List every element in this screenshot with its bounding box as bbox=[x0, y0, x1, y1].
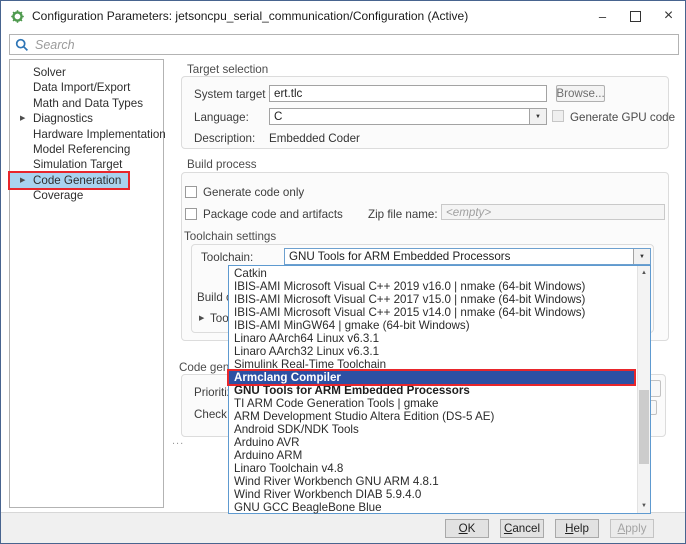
sidebar-item-label: Coverage bbox=[33, 189, 84, 203]
sidebar-item-math-and-data-types[interactable]: Math and Data Types bbox=[10, 96, 163, 111]
scrollbar-thumb[interactable] bbox=[639, 390, 649, 464]
language-value: C bbox=[274, 110, 283, 123]
expand-arrow-icon[interactable]: ▶ bbox=[20, 173, 25, 188]
sidebar-item-data-import-export[interactable]: Data Import/Export bbox=[10, 80, 163, 95]
sidebar-item-hardware-implementation[interactable]: Hardware Implementation bbox=[10, 127, 166, 142]
dropdown-item-wind-river-workbench-gnu-arm-4-8-1[interactable]: Wind River Workbench GNU ARM 4.8.1 bbox=[229, 475, 650, 488]
dropdown-item-ibis-ami-microsoft-visual-c-2017-v15-0-nmake-64-bit-windows[interactable]: IBIS-AMI Microsoft Visual C++ 2017 v15.0… bbox=[229, 293, 650, 306]
sidebar-item-code-generation[interactable]: ▶ Code Generation bbox=[8, 170, 130, 191]
dropdown-item-ti-arm-code-generation-tools-gmake[interactable]: TI ARM Code Generation Tools | gmake bbox=[229, 397, 650, 410]
dropdown-item-linaro-toolchain-v4-8[interactable]: Linaro Toolchain v4.8 bbox=[229, 462, 650, 475]
dropdown-item-arm-development-studio-altera-edition-ds-5-ae[interactable]: ARM Development Studio Altera Edition (D… bbox=[229, 410, 650, 423]
package-code-label: Package code and artifacts bbox=[203, 208, 343, 221]
sidebar-nav: Solver Data Import/Export Math and Data Ty… bbox=[8, 59, 166, 508]
app-gear-icon bbox=[11, 9, 24, 23]
sidebar-item-model-referencing[interactable]: Model Referencing bbox=[10, 142, 163, 157]
build-configuration-label-fragment: Build c bbox=[197, 291, 232, 304]
search-placeholder: Search bbox=[35, 37, 75, 52]
description-label: Description: bbox=[194, 132, 256, 145]
expand-arrow-icon[interactable]: ▶ bbox=[20, 111, 25, 126]
help-button[interactable]: Help bbox=[555, 518, 599, 538]
sidebar-item-label: Model Referencing bbox=[33, 142, 131, 156]
scroll-down-icon[interactable]: ▼ bbox=[638, 500, 650, 512]
zip-file-name-value: <empty> bbox=[446, 205, 492, 219]
dropdown-item-wind-river-workbench-diab-5-9-4-0[interactable]: Wind River Workbench DIAB 5.9.4.0 bbox=[229, 488, 650, 501]
dropdown-item-linaro-aarch32-linux-v6-3-1[interactable]: Linaro AArch32 Linux v6.3.1 bbox=[229, 345, 650, 358]
maximize-icon bbox=[630, 10, 641, 22]
close-button[interactable]: × bbox=[652, 1, 685, 31]
overflow-ellipsis: ... bbox=[172, 435, 185, 447]
system-target-file-value: ert.tlc bbox=[274, 87, 303, 100]
maximize-button[interactable] bbox=[619, 1, 652, 31]
title-bar: Configuration Parameters: jetsoncpu_seri… bbox=[1, 1, 685, 31]
dropdown-item-ibis-ami-mingw64-gmake-64-bit-windows[interactable]: IBIS-AMI MinGW64 | gmake (64-bit Windows… bbox=[229, 319, 650, 332]
apply-button[interactable]: Apply bbox=[610, 518, 654, 538]
minimize-button[interactable]: – bbox=[586, 1, 619, 31]
language-label: Language: bbox=[194, 111, 249, 124]
toolchain-settings-title: Toolchain settings bbox=[184, 230, 277, 243]
window-title: Configuration Parameters: jetsoncpu_seri… bbox=[32, 9, 469, 23]
toolchain-label: Toolchain: bbox=[201, 251, 254, 264]
generate-gpu-code-label: Generate GPU code bbox=[570, 111, 676, 124]
toolchain-combo[interactable]: GNU Tools for ARM Embedded Processors ▼ bbox=[284, 248, 651, 265]
sidebar-item-label: Solver bbox=[33, 66, 66, 79]
sidebar-item-label: Code Generation bbox=[33, 173, 122, 187]
dropdown-item-catkin[interactable]: Catkin bbox=[229, 267, 650, 280]
generate-gpu-code-checkbox[interactable] bbox=[552, 110, 564, 122]
build-process-group-title: Build process bbox=[187, 158, 257, 171]
ok-button[interactable]: OK bbox=[445, 518, 489, 538]
sidebar-item-diagnostics[interactable]: ▶ Diagnostics bbox=[10, 111, 163, 126]
system-target-file-input[interactable]: ert.tlc bbox=[269, 85, 547, 102]
configuration-parameters-dialog: Configuration Parameters: jetsoncpu_seri… bbox=[0, 0, 686, 544]
footer-buttons: O K Cancel Help Apply bbox=[1, 512, 685, 543]
dropdown-item-android-sdk-ndk-tools[interactable]: Android SDK/NDK Tools bbox=[229, 423, 650, 436]
dropdown-scrollbar[interactable]: ▲ ▼ bbox=[637, 266, 650, 513]
close-icon: × bbox=[663, 7, 674, 24]
dropdown-item-linaro-aarch64-linux-v6-3-1[interactable]: Linaro AArch64 Linux v6.3.1 bbox=[229, 332, 650, 345]
sidebar-item-simulation-target[interactable]: Simulation Target bbox=[10, 157, 163, 172]
zip-file-name-input[interactable]: <empty> bbox=[441, 204, 665, 220]
sidebar-item-coverage[interactable]: Coverage bbox=[10, 188, 163, 203]
generate-code-only-checkbox[interactable] bbox=[185, 186, 197, 198]
dropdown-item-gnu-tools-for-arm-embedded-processors[interactable]: GNU Tools for ARM Embedded Processors bbox=[229, 384, 650, 397]
sidebar-item-label: Simulation Target bbox=[33, 158, 123, 172]
dropdown-item-arduino-arm[interactable]: Arduino ARM bbox=[229, 449, 650, 462]
dropdown-item-ibis-ami-microsoft-visual-c-2015-v14-0-nmake-64-bit-windows[interactable]: IBIS-AMI Microsoft Visual C++ 2015 v14.0… bbox=[229, 306, 650, 319]
scroll-up-icon[interactable]: ▲ bbox=[638, 267, 650, 279]
toolchain-details-expand-arrow-icon[interactable]: ▶ bbox=[199, 314, 204, 322]
dropdown-item-ibis-ami-microsoft-visual-c-2019-v16-0-nmake-64-bit-windows[interactable]: IBIS-AMI Microsoft Visual C++ 2019 v16.0… bbox=[229, 280, 650, 293]
sidebar-item-label: Data Import/Export bbox=[33, 81, 131, 95]
search-icon bbox=[15, 38, 29, 51]
description-value: Embedded Coder bbox=[269, 132, 360, 145]
sidebar-item-label: Math and Data Types bbox=[33, 96, 143, 110]
package-code-checkbox[interactable] bbox=[185, 208, 197, 220]
language-combo-arrow-icon[interactable]: ▼ bbox=[529, 109, 546, 124]
sidebar-item-label: Hardware Implementation bbox=[33, 127, 166, 141]
language-combo[interactable]: C ▼ bbox=[269, 108, 547, 125]
dropdown-item-gnu-gcc-beaglebone-blue[interactable]: GNU GCC BeagleBone Blue bbox=[229, 501, 650, 514]
search-input[interactable]: Search bbox=[9, 34, 679, 55]
target-selection-group-title: Target selection bbox=[187, 63, 269, 76]
cancel-button[interactable]: Cancel bbox=[500, 518, 544, 538]
toolchain-combo-arrow-icon[interactable]: ▼ bbox=[633, 249, 650, 264]
sidebar-item-label: Diagnostics bbox=[33, 112, 93, 126]
toolchain-dropdown-list: Catkin IBIS-AMI Microsoft Visual C++ 2019… bbox=[227, 265, 651, 514]
toolchain-value: GNU Tools for ARM Embedded Processors bbox=[289, 250, 511, 263]
dropdown-item-armclang-compiler[interactable]: Armclang Compiler bbox=[227, 369, 636, 386]
window-controls: – × bbox=[586, 1, 685, 31]
browse-button[interactable]: Browse... bbox=[556, 85, 605, 102]
dropdown-item-simulink-real-time-toolchain[interactable]: Simulink Real-Time Toolchain bbox=[229, 358, 650, 371]
minimize-icon: – bbox=[598, 8, 607, 24]
generate-code-only-label: Generate code only bbox=[203, 186, 305, 199]
toolchain-dropdown-items: Catkin IBIS-AMI Microsoft Visual C++ 2019… bbox=[227, 266, 650, 514]
dropdown-item-arduino-avr[interactable]: Arduino AVR bbox=[229, 436, 650, 449]
sidebar-item-solver[interactable]: Solver bbox=[10, 65, 163, 80]
zip-file-name-label: Zip file name: bbox=[368, 208, 438, 221]
